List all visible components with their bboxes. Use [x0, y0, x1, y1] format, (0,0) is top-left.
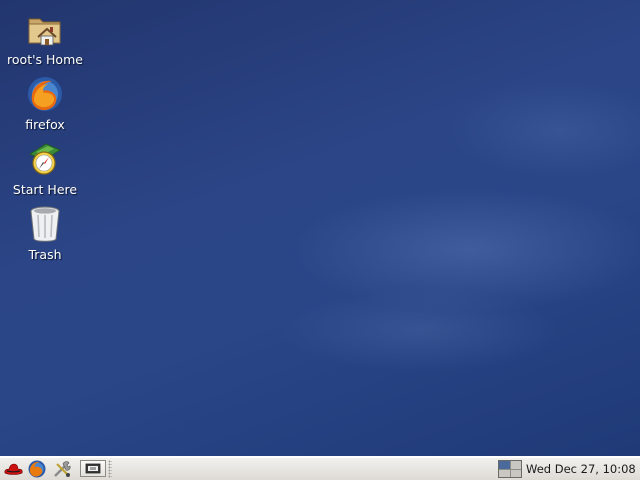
start-here-icon	[29, 143, 61, 175]
show-desktop-icon	[85, 463, 101, 474]
desktop-icon-label: root's Home	[7, 52, 83, 67]
workspace-1[interactable]	[499, 461, 510, 469]
workspace-switcher	[498, 460, 522, 478]
desktop-icon-trash[interactable]: Trash	[0, 205, 90, 265]
workspace-3[interactable]	[499, 469, 510, 477]
home-folder-icon	[28, 18, 61, 46]
panel-drag-handle[interactable]	[108, 460, 112, 478]
trash-icon	[30, 206, 60, 242]
desktop-icon-firefox[interactable]: firefox	[0, 75, 90, 135]
desktop-icon-label: Start Here	[12, 182, 78, 197]
firefox-icon	[28, 460, 46, 478]
tools-icon	[54, 461, 71, 477]
show-desktop-button[interactable]	[80, 460, 106, 477]
bottom-panel: Wed Dec 27, 10:08 PM	[0, 456, 640, 480]
firefox-icon	[28, 77, 62, 111]
firefox-launcher[interactable]	[26, 459, 48, 479]
redhat-menu-icon	[4, 463, 23, 475]
workspace-4[interactable]	[510, 469, 521, 477]
workspace-2[interactable]	[510, 461, 521, 469]
desktop-icon-home[interactable]: root's Home	[0, 10, 90, 70]
desktop-icon-start-here[interactable]: Start Here	[0, 140, 90, 200]
desktop-background[interactable]: root's Home firefox Start Here Trash	[0, 0, 640, 456]
panel-clock[interactable]: Wed Dec 27, 10:08 PM	[526, 461, 640, 477]
desktop-icon-label: firefox	[25, 117, 65, 132]
main-menu-button[interactable]	[2, 459, 24, 479]
system-tools-launcher[interactable]	[51, 459, 73, 479]
screen: root's Home firefox Start Here Trash Wed…	[0, 0, 640, 480]
desktop-icon-label: Trash	[28, 247, 62, 262]
